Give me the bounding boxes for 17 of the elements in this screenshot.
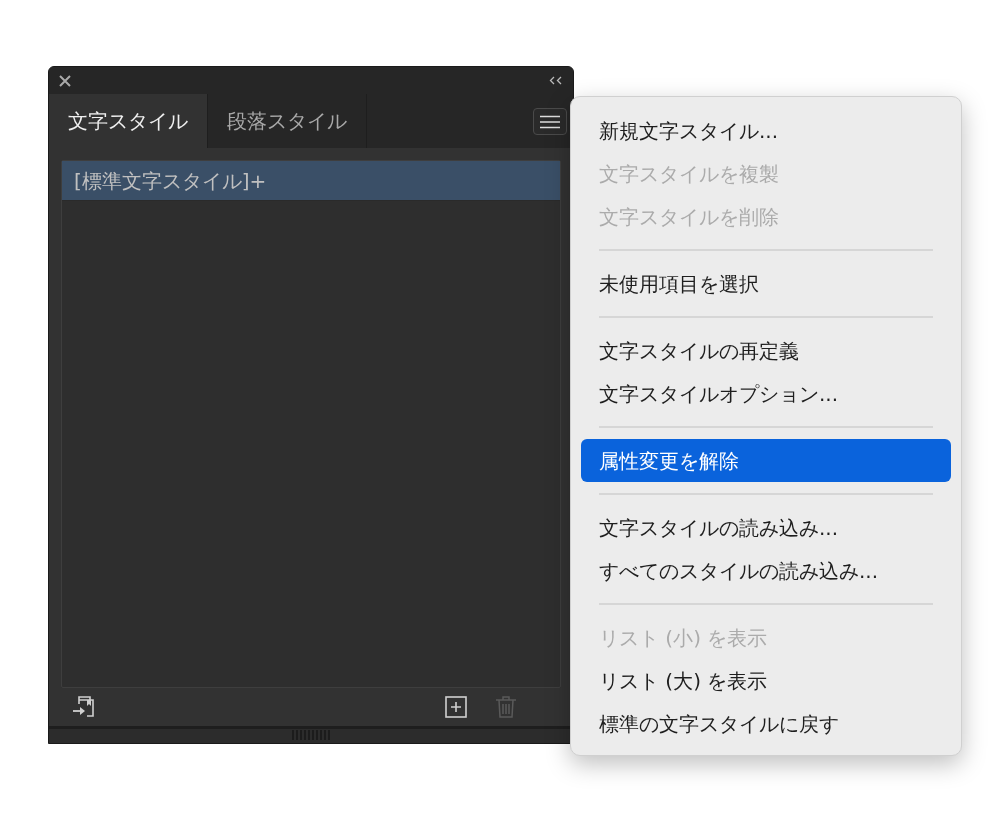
new-style-icon[interactable] (445, 696, 467, 718)
menu-item[interactable]: 文字スタイルの読み込み... (581, 506, 951, 549)
menu-button[interactable] (533, 108, 567, 135)
menu-item[interactable]: すべてのスタイルの読み込み... (581, 549, 951, 592)
load-styles-icon[interactable] (73, 696, 95, 718)
menu-item[interactable]: 標準の文字スタイルに戻す (581, 702, 951, 745)
menu-item[interactable]: 未使用項目を選択 (581, 262, 951, 305)
menu-item[interactable]: 文字スタイルの再定義 (581, 329, 951, 372)
menu-icon (540, 114, 560, 129)
menu-item[interactable]: 文字スタイルオプション... (581, 372, 951, 415)
style-row[interactable]: [標準文字スタイル]+ (62, 161, 560, 201)
menu-item[interactable]: 属性変更を解除 (581, 439, 951, 482)
panel-tab[interactable]: 文字スタイル (49, 94, 208, 148)
close-icon[interactable] (59, 74, 71, 87)
menu-item[interactable]: リスト (大) を表示 (581, 659, 951, 702)
menu-item[interactable]: 新規文字スタイル... (581, 109, 951, 152)
collapse-icon[interactable] (549, 76, 563, 85)
